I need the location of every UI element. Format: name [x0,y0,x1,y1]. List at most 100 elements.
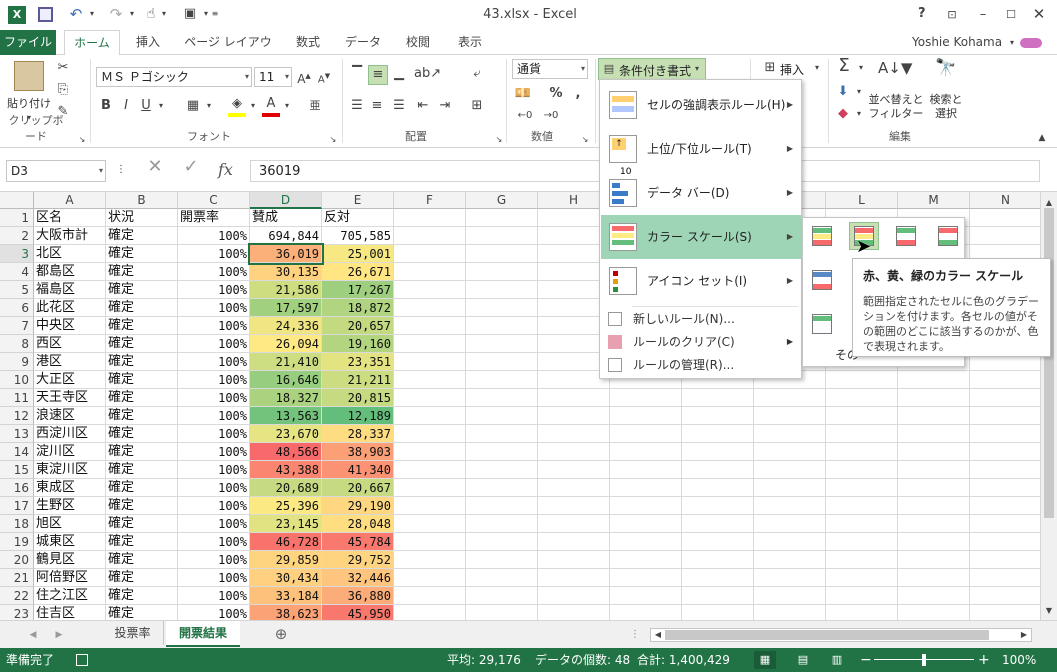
camera-icon[interactable]: ▣ [180,5,200,23]
header-cell[interactable]: 賛成 [250,209,322,227]
comma-icon[interactable]: , [570,85,586,103]
enter-icon[interactable]: ✓ [180,158,202,176]
table-cell[interactable]: 確定 [106,515,178,533]
table-cell[interactable]: 確定 [106,317,178,335]
table-cell[interactable] [610,569,682,587]
table-cell[interactable] [754,569,826,587]
row-header[interactable]: 13 [0,425,34,443]
menu-new-rule[interactable]: 新しいルール(N)... [601,308,801,330]
sort-filter-button[interactable]: 並べ替えと フィルター [866,93,926,121]
column-header[interactable]: M [898,192,970,209]
table-cell[interactable] [466,353,538,371]
formula-options-icon[interactable]: ⋮ [116,161,126,179]
collapse-ribbon-icon[interactable]: ▲ [1036,129,1048,147]
table-cell[interactable]: 48,566 [250,443,322,461]
table-cell[interactable]: 福島区 [34,281,106,299]
row-header[interactable]: 8 [0,335,34,353]
table-cell[interactable] [610,461,682,479]
table-cell[interactable] [394,245,466,263]
table-cell[interactable]: 20,657 [322,317,394,335]
table-cell[interactable]: 城東区 [34,533,106,551]
table-cell[interactable] [538,605,610,620]
table-cell[interactable] [394,389,466,407]
table-cell[interactable]: 23,670 [250,425,322,443]
row-header[interactable]: 1 [0,209,34,227]
color-scale-option[interactable] [891,222,921,250]
table-cell[interactable] [682,515,754,533]
row-header[interactable]: 3 [0,245,34,263]
header-cell[interactable]: 開票率 [178,209,250,227]
table-cell[interactable] [970,533,1040,551]
zoom-out-icon[interactable]: − [860,648,872,672]
header-cell[interactable] [394,209,466,227]
table-cell[interactable]: 確定 [106,389,178,407]
decrease-indent-icon[interactable]: ⇤ [414,97,432,115]
table-cell[interactable] [466,371,538,389]
table-cell[interactable] [394,227,466,245]
tab-split-icon[interactable]: ⋮ [630,626,640,644]
table-cell[interactable] [754,407,826,425]
table-cell[interactable]: 大正区 [34,371,106,389]
table-cell[interactable]: 18,327 [250,389,322,407]
table-cell[interactable] [970,443,1040,461]
table-cell[interactable]: 29,859 [250,551,322,569]
menu-top-bottom-rules[interactable]: ↑ 10 上位/下位ルール(T) ▶ [601,127,801,177]
row-header[interactable]: 9 [0,353,34,371]
sheet-prev-icon[interactable]: ◀ [28,626,38,644]
table-cell[interactable]: 都島区 [34,263,106,281]
table-cell[interactable]: 23,351 [322,353,394,371]
help-button[interactable]: ? [918,6,930,21]
row-header[interactable]: 12 [0,407,34,425]
table-cell[interactable] [682,605,754,620]
restore-icon[interactable]: ☐ [1004,6,1018,24]
table-cell[interactable]: 100% [178,263,250,281]
table-cell[interactable] [610,515,682,533]
zoom-in-icon[interactable]: + [978,648,990,672]
copy-icon[interactable]: ⎘ [54,81,72,99]
table-cell[interactable] [610,389,682,407]
tab-insert[interactable]: 挿入 [128,30,168,55]
table-cell[interactable] [826,407,898,425]
table-cell[interactable] [466,443,538,461]
table-cell[interactable] [394,371,466,389]
table-cell[interactable] [538,407,610,425]
table-cell[interactable]: 100% [178,605,250,620]
menu-highlight-rules[interactable]: セルの強調表示ルール(H) ▶ [601,83,801,127]
table-cell[interactable] [970,605,1040,620]
font-size-select[interactable]: 11 ▾ [254,67,292,87]
table-cell[interactable] [898,533,970,551]
table-cell[interactable] [898,587,970,605]
table-cell[interactable] [970,479,1040,497]
font-shrink-icon[interactable]: A▼ [316,67,332,89]
table-cell[interactable] [466,335,538,353]
table-cell[interactable] [538,515,610,533]
table-cell[interactable]: 100% [178,569,250,587]
customize-toolbar-icon[interactable]: ≡ [210,5,220,23]
table-cell[interactable] [754,479,826,497]
undo-icon[interactable]: ↶ [66,5,86,23]
table-cell[interactable]: 確定 [106,605,178,620]
table-cell[interactable] [394,497,466,515]
table-cell[interactable] [466,245,538,263]
table-cell[interactable] [898,425,970,443]
table-cell[interactable] [682,425,754,443]
table-cell[interactable]: 確定 [106,299,178,317]
table-cell[interactable] [970,389,1040,407]
row-header[interactable]: 7 [0,317,34,335]
table-cell[interactable] [394,335,466,353]
fill-icon[interactable]: ⬇ [834,83,852,101]
table-cell[interactable]: 33,184 [250,587,322,605]
table-cell[interactable] [970,461,1040,479]
table-cell[interactable]: 20,815 [322,389,394,407]
tab-review[interactable]: 校閲 [398,30,438,55]
table-cell[interactable] [466,407,538,425]
accounting-icon[interactable]: 💴 [512,85,534,103]
table-cell[interactable]: 西区 [34,335,106,353]
header-cell[interactable] [466,209,538,227]
table-cell[interactable] [826,443,898,461]
table-cell[interactable]: 23,145 [250,515,322,533]
table-cell[interactable] [826,389,898,407]
table-cell[interactable]: 20,689 [250,479,322,497]
row-header[interactable]: 17 [0,497,34,515]
row-header[interactable]: 18 [0,515,34,533]
